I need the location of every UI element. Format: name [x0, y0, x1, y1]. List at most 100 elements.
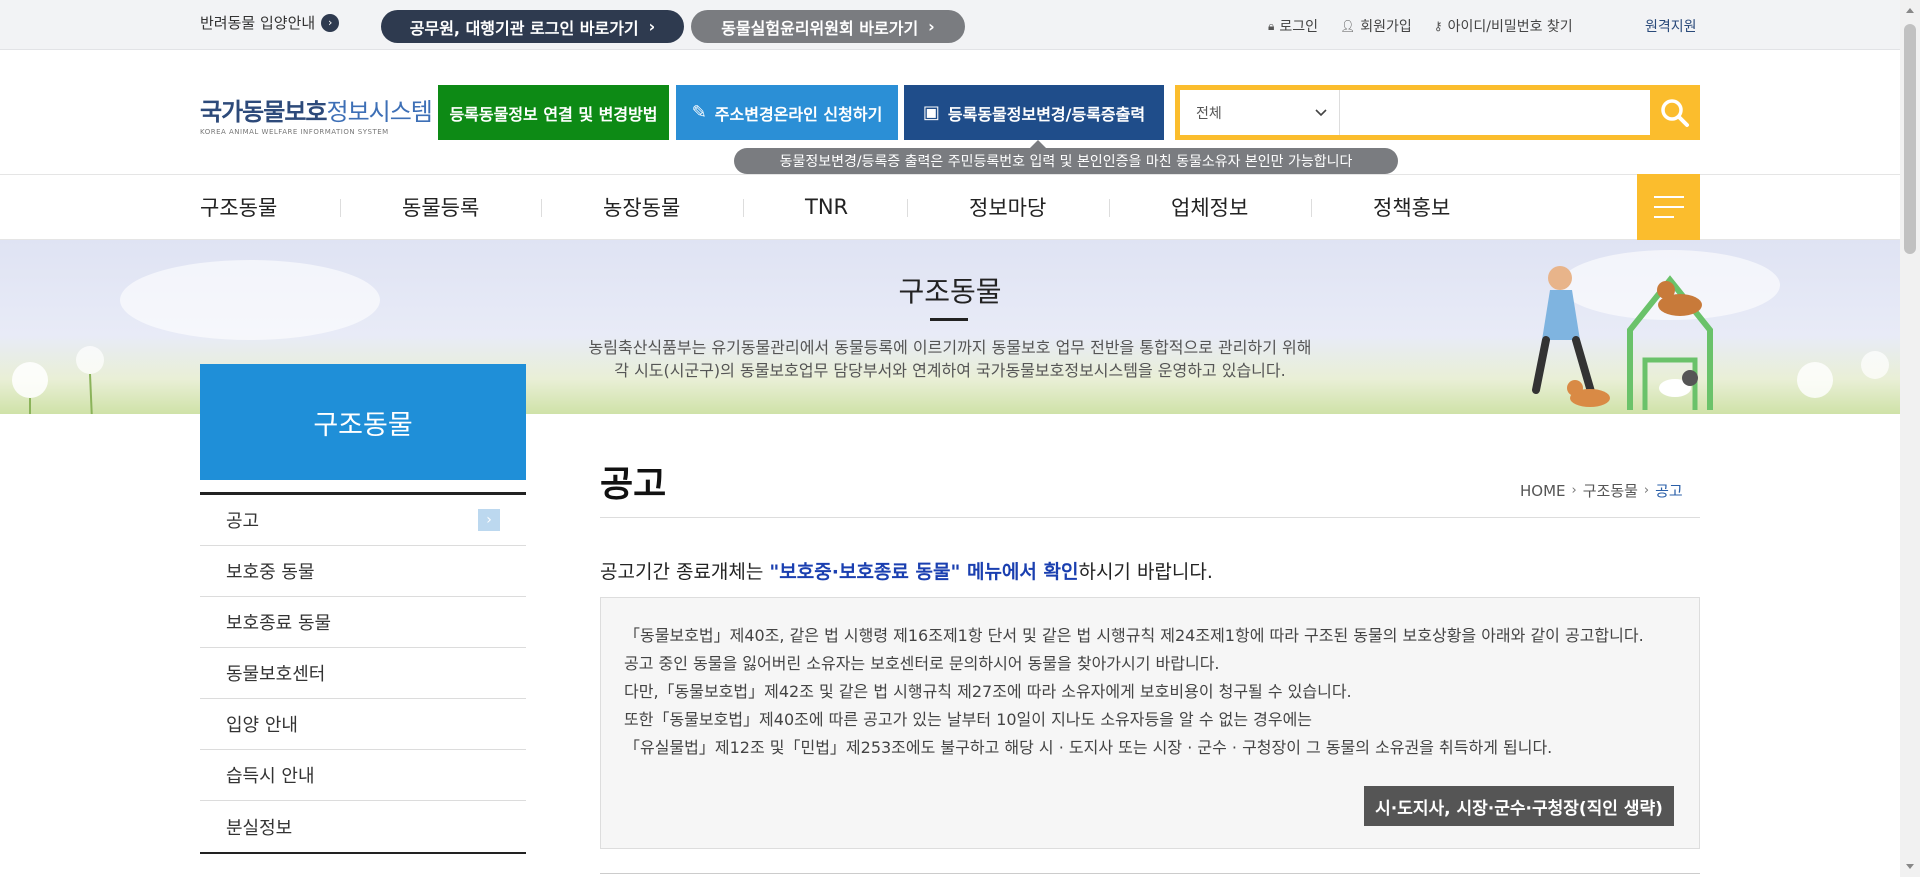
- adopt-guide-link[interactable]: 반려동물 입양안내 ›: [200, 12, 340, 33]
- scroll-up-icon[interactable]: [1906, 8, 1914, 13]
- login-link[interactable]: 🔒︎ 로그인: [1268, 16, 1318, 36]
- legal-line: 「동물보호법」제40조, 같은 법 시행령 제16조제1항 단서 및 같은 법 …: [624, 626, 1644, 645]
- logo-main: 국가동물보호: [200, 98, 327, 126]
- sidebar-item-protection-ended[interactable]: 보호종료 동물: [200, 597, 526, 648]
- page-scrollbar[interactable]: [1900, 0, 1920, 877]
- sidebar-item-label: 분실정보: [226, 817, 293, 839]
- banner-underline: [930, 318, 968, 321]
- official-login-label: 공무원, 대행기관 로그인 바로가기: [409, 18, 639, 38]
- notice-pre: 공고기간 종료개체는: [600, 561, 770, 583]
- find-account-label: 아이디/비밀번호 찾기: [1447, 19, 1573, 35]
- logo-light: 정보시스템: [326, 98, 432, 126]
- hamburger-icon: [1653, 216, 1674, 218]
- legal-line: 「유실물법」제12조 및「민법」제253조에도 불구하고 해당 시 · 도지사 …: [624, 738, 1553, 757]
- signup-link[interactable]: 👤︎ 회원가입: [1340, 16, 1412, 36]
- hamburger-icon: [1653, 196, 1684, 198]
- nav-divider: [743, 199, 744, 217]
- sidebar-item-notice[interactable]: 공고 ›: [200, 495, 526, 546]
- sidebar-item-found-guide[interactable]: 습득시 안내: [200, 750, 526, 801]
- chevron-down-icon: [1315, 108, 1327, 116]
- scrollbar-thumb[interactable]: [1904, 24, 1916, 254]
- sidebar-item-shelter[interactable]: 동물보호센터: [200, 648, 526, 699]
- legal-line: 또한「동물보호법」제40조에 따른 공고가 있는 날부터 10일이 지나도 소유…: [624, 710, 1313, 729]
- registration-change-label: 등록동물정보변경/등록증출력: [947, 104, 1146, 124]
- legal-notice-box: 「동물보호법」제40조, 같은 법 시행령 제16조제1항 단서 및 같은 법 …: [600, 597, 1700, 849]
- chevron-right-icon: ›: [321, 13, 340, 32]
- search-scope-select[interactable]: 전체: [1180, 90, 1340, 135]
- pencil-icon: ✎: [691, 102, 707, 123]
- title-divider: [600, 517, 1700, 518]
- sidebar-item-label: 습득시 안내: [226, 766, 315, 787]
- sidebar-title: 구조동물: [200, 364, 526, 480]
- address-change-label: 주소변경온라인 신청하기: [714, 104, 883, 124]
- nav-divider: [1109, 199, 1110, 217]
- nav-divider: [1311, 199, 1312, 217]
- find-account-link[interactable]: ⚷ 아이디/비밀번호 찾기: [1434, 16, 1573, 36]
- all-menu-button[interactable]: [1637, 174, 1700, 240]
- top-bar: 반려동물 입양안내 › 공무원, 대행기관 로그인 바로가기 › 동물실험윤리위…: [0, 0, 1900, 50]
- sidebar-menu: 공고 › 보호중 동물 보호종료 동물 동물보호센터 입양 안내 습득시 안내 …: [200, 492, 526, 854]
- key-icon: ⚷: [1433, 19, 1443, 33]
- nav-divider: [907, 199, 908, 217]
- banner-desc-line: 농림축산식품부는 유기동물관리에서 동물등록에 이르기까지 동물보호 업무 전반…: [588, 338, 1312, 357]
- link-info-button[interactable]: 등록동물정보 연결 및 변경방법: [438, 85, 669, 140]
- list-top-border: [600, 873, 1700, 877]
- sidebar-item-lost-info[interactable]: 분실정보: [200, 801, 526, 852]
- breadcrumb: HOME › 구조동물 › 공고: [1520, 480, 1683, 501]
- nav-farm-animals[interactable]: 농장동물: [603, 175, 680, 239]
- registration-tooltip: 동물정보변경/등록증 출력은 주민등록번호 입력 및 본인인증을 마친 동물소유…: [734, 140, 1398, 174]
- adopt-guide-label: 반려동물 입양안내: [200, 14, 316, 32]
- notice-post: 하시기 바랍니다.: [1078, 561, 1213, 583]
- legal-line: 다만,「동물보호법」제42조 및 같은 법 시행규칙 제27조에 따라 소유자에…: [624, 682, 1352, 701]
- sidebar-item-protected[interactable]: 보호중 동물: [200, 546, 526, 597]
- notice-text: 공고기간 종료개체는 "보호중·보호종료 동물" 메뉴에서 확인하시기 바랍니다…: [600, 557, 1213, 584]
- nav-divider: [340, 199, 341, 217]
- sidebar-item-label: 보호종료 동물: [226, 613, 332, 634]
- ethics-committee-label: 동물실험윤리위원회 바로가기: [721, 18, 919, 38]
- nav-tnr[interactable]: TNR: [805, 175, 848, 239]
- page-title: 공고: [600, 464, 667, 505]
- nav-rescued-animals[interactable]: 구조동물: [200, 175, 277, 239]
- search-bar: 전체: [1175, 85, 1700, 140]
- login-label: 로그인: [1279, 19, 1319, 35]
- chevron-right-icon: ›: [478, 509, 500, 531]
- legal-line: 공고 중인 동물을 잃어버린 소유자는 보호센터로 문의하시어 동물을 찾아가시…: [624, 654, 1220, 673]
- chevron-right-icon: ›: [928, 17, 935, 36]
- search-scope-value: 전체: [1196, 105, 1222, 122]
- notice-highlight: "보호중·보호종료 동물" 메뉴에서 확인: [769, 561, 1079, 583]
- official-seal-label: 시·도지사, 시장·군수·구청장(직인 생략): [1364, 786, 1674, 826]
- nav-registration[interactable]: 동물등록: [402, 175, 479, 239]
- breadcrumb-section[interactable]: 구조동물: [1583, 480, 1638, 501]
- chevron-right-icon: ›: [1643, 483, 1650, 498]
- remote-support-link[interactable]: 원격지원: [1645, 16, 1697, 36]
- nav-divider: [541, 199, 542, 217]
- nav-policy[interactable]: 정책홍보: [1373, 175, 1450, 239]
- search-button[interactable]: [1650, 85, 1700, 140]
- chevron-right-icon: ›: [648, 17, 656, 36]
- breadcrumb-home[interactable]: HOME: [1520, 482, 1566, 500]
- address-change-button[interactable]: ✎ 주소변경온라인 신청하기: [676, 85, 898, 140]
- link-info-label: 등록동물정보 연결 및 변경방법: [449, 104, 658, 124]
- nav-business[interactable]: 업체정보: [1171, 175, 1248, 239]
- account-links: 🔒︎ 로그인 👤︎ 회원가입 ⚷ 아이디/비밀번호 찾기: [1268, 16, 1573, 36]
- scroll-down-icon[interactable]: [1906, 864, 1914, 869]
- ethics-committee-button[interactable]: 동물실험윤리위원회 바로가기 ›: [691, 10, 965, 43]
- sidebar-item-adoption[interactable]: 입양 안내: [200, 699, 526, 750]
- main-nav: 구조동물 동물등록 농장동물 TNR 정보마당 업체정보 정책홍보: [0, 174, 1900, 240]
- breadcrumb-current: 공고: [1655, 482, 1683, 500]
- sidebar-item-label: 동물보호센터: [226, 664, 326, 685]
- search-input[interactable]: [1340, 90, 1650, 135]
- registration-change-button[interactable]: ▣ 등록동물정보변경/등록증출력: [904, 85, 1164, 140]
- chevron-right-icon: ›: [1571, 483, 1577, 498]
- user-icon: 👤︎: [1340, 19, 1356, 33]
- lock-icon: 🔒︎: [1268, 18, 1275, 33]
- site-logo[interactable]: 국가동물보호정보시스템 KOREA ANIMAL WELFARE INFORMA…: [200, 92, 433, 136]
- sidebar-item-label: 공고: [226, 511, 260, 532]
- search-icon: [1661, 98, 1689, 127]
- nav-info[interactable]: 정보마당: [969, 175, 1046, 239]
- official-login-button[interactable]: 공무원, 대행기관 로그인 바로가기 ›: [381, 10, 684, 43]
- logo-subtitle: KOREA ANIMAL WELFARE INFORMATION SYSTEM: [200, 128, 389, 136]
- sidebar-item-label: 보호중 동물: [226, 562, 315, 583]
- hamburger-icon: [1653, 206, 1684, 208]
- printer-icon: ▣: [922, 102, 940, 123]
